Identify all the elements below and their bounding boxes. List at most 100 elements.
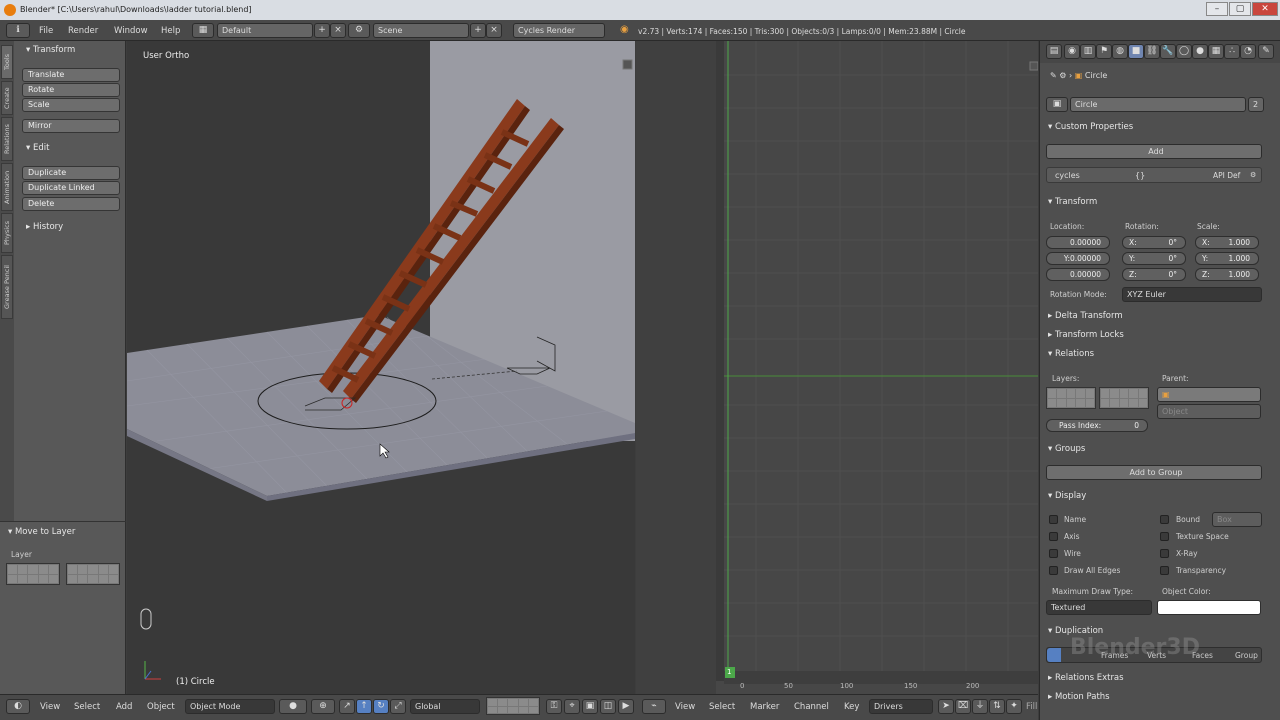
snap-icon[interactable]: ⌖ — [564, 699, 580, 714]
graph-menu-channel[interactable]: Channel — [794, 702, 829, 712]
custom-prop-gear-icon[interactable]: ⚙ — [1250, 171, 1256, 179]
properties-type-icon[interactable]: ▤ — [1046, 44, 1062, 59]
graph-menu-view[interactable]: View — [675, 702, 695, 712]
close-button[interactable]: ✕ — [1252, 2, 1278, 16]
material-tab-icon[interactable]: ● — [1192, 44, 1208, 59]
modifiers-tab-icon[interactable]: 🔧 — [1160, 44, 1176, 59]
rotation-mode-select[interactable]: XYZ Euler — [1122, 287, 1262, 302]
world-tab-icon[interactable]: ◍ — [1112, 44, 1128, 59]
dupli-group-option[interactable]: Group — [1235, 651, 1258, 660]
particles-tab-icon[interactable]: ∴ — [1224, 44, 1240, 59]
tab-physics[interactable]: Physics — [1, 213, 13, 253]
draw-all-edges-checkbox[interactable] — [1049, 566, 1058, 575]
layer-grid-left[interactable] — [6, 563, 60, 585]
pivot-select-icon[interactable]: ⊕ — [311, 699, 335, 714]
tab-create[interactable]: Create — [1, 81, 13, 115]
max-draw-type-select[interactable]: Textured — [1046, 600, 1152, 615]
parent-type-select[interactable]: Object — [1157, 404, 1261, 419]
viewport-menu-object[interactable]: Object — [147, 702, 175, 712]
render-engine-select[interactable]: Cycles Render — [513, 23, 605, 38]
delta-transform-header[interactable]: ▸ Delta Transform — [1048, 311, 1123, 321]
physics-tab-icon[interactable]: ◔ — [1240, 44, 1256, 59]
object-tab-icon[interactable]: ■ — [1128, 44, 1144, 59]
render-preview-icon[interactable]: ◫ — [600, 699, 616, 714]
3d-viewport[interactable]: User Ortho (1) Circle — [127, 41, 635, 694]
auto-snap-icon[interactable]: ✦ — [1006, 699, 1022, 714]
viewport-menu-view[interactable]: View — [40, 702, 60, 712]
constraints-tab-icon[interactable]: ⛓ — [1144, 44, 1160, 59]
scale-x-field[interactable]: X: 1.000 — [1195, 236, 1259, 249]
tab-tools[interactable]: Tools — [1, 45, 13, 79]
dupli-none-option[interactable] — [1047, 648, 1061, 662]
mirror-button[interactable]: Mirror — [22, 119, 120, 133]
scale-y-field[interactable]: Y: 1.000 — [1195, 252, 1259, 265]
name-checkbox[interactable] — [1049, 515, 1058, 524]
tab-relations[interactable]: Relations — [1, 117, 13, 161]
history-panel-header[interactable]: ▸ History — [26, 222, 63, 232]
add-layout-button[interactable]: + — [314, 23, 330, 38]
graph-menu-key[interactable]: Key — [844, 702, 859, 712]
transform-panel-header[interactable]: ▾ Transform — [26, 45, 75, 55]
transform-locks-header[interactable]: ▸ Transform Locks — [1048, 330, 1124, 340]
scene-field[interactable]: Scene — [373, 23, 469, 38]
pin-icon[interactable]: ✎ — [1258, 44, 1274, 59]
duplicate-linked-button[interactable]: Duplicate Linked — [22, 181, 120, 195]
transform-header[interactable]: ▾ Transform — [1048, 197, 1097, 207]
screen-layout-icon[interactable]: ▦ — [192, 23, 214, 38]
scene-icon[interactable]: ⚙ — [348, 23, 370, 38]
viewport-corner-widget[interactable] — [622, 59, 633, 70]
remove-layout-button[interactable]: × — [330, 23, 346, 38]
only-selected-icon[interactable]: ➤ — [938, 699, 954, 714]
add-property-button[interactable]: Add — [1046, 144, 1262, 159]
transparency-checkbox[interactable] — [1160, 566, 1169, 575]
orientation-select[interactable]: Global — [410, 699, 480, 714]
menu-file[interactable]: File — [39, 26, 53, 36]
relations-header[interactable]: ▾ Relations — [1048, 349, 1094, 359]
menu-render[interactable]: Render — [68, 26, 98, 36]
remove-scene-button[interactable]: × — [486, 23, 502, 38]
object-name-field[interactable]: Circle — [1070, 97, 1246, 112]
graph-menu-marker[interactable]: Marker — [750, 702, 779, 712]
display-header[interactable]: ▾ Display — [1048, 491, 1086, 501]
custom-props-header[interactable]: ▾ Custom Properties — [1048, 122, 1133, 132]
parent-field[interactable]: ▣ — [1157, 387, 1261, 402]
object-layers-right[interactable] — [1099, 387, 1149, 409]
menu-window[interactable]: Window — [114, 26, 148, 36]
rotation-y-field[interactable]: Y: 0° — [1122, 252, 1186, 265]
edit-panel-header[interactable]: ▾ Edit — [26, 143, 49, 153]
minimize-button[interactable]: – — [1206, 2, 1228, 16]
add-scene-button[interactable]: + — [470, 23, 486, 38]
scale-manipulator-icon[interactable]: ⤢ — [390, 699, 406, 714]
editor-type-info-icon[interactable]: ℹ — [6, 23, 30, 38]
object-layers-left[interactable] — [1046, 387, 1096, 409]
operator-panel-header[interactable]: ▾ Move to Layer — [8, 527, 75, 537]
graph-mode-select[interactable]: Drivers — [869, 699, 933, 714]
normalize-icon[interactable]: ⇅ — [989, 699, 1005, 714]
viewport-layers[interactable] — [486, 697, 540, 715]
translate-button[interactable]: Translate — [22, 68, 120, 82]
groups-header[interactable]: ▾ Groups — [1048, 444, 1085, 454]
screen-layout-field[interactable]: Default — [217, 23, 313, 38]
opengl-render-icon[interactable]: ▶ — [618, 699, 634, 714]
tab-animation[interactable]: Animation — [1, 163, 13, 211]
mode-select[interactable]: Object Mode — [185, 699, 275, 714]
bound-checkbox[interactable] — [1160, 515, 1169, 524]
location-y-field[interactable]: Y:0.00000 — [1046, 252, 1110, 265]
pass-index-field[interactable]: Pass Index: 0 — [1046, 419, 1148, 432]
wire-checkbox[interactable] — [1049, 549, 1058, 558]
maximize-button[interactable]: ▢ — [1229, 2, 1251, 16]
delete-button[interactable]: Delete — [22, 197, 120, 211]
scale-z-field[interactable]: Z: 1.000 — [1195, 268, 1259, 281]
layers-tab-icon[interactable]: ▥ — [1080, 44, 1096, 59]
lock-layers-icon[interactable]: ⚿ — [546, 699, 562, 714]
graph-editor[interactable]: 1 0 50 100 150 200 — [636, 41, 1038, 694]
rotate-manipulator-icon[interactable]: ↻ — [373, 699, 389, 714]
shading-select-icon[interactable]: ● — [279, 699, 307, 714]
add-to-group-button[interactable]: Add to Group — [1046, 465, 1262, 480]
graph-editor-type-icon[interactable]: ⌁ — [642, 699, 666, 714]
duplicate-button[interactable]: Duplicate — [22, 166, 120, 180]
graph-menu-select[interactable]: Select — [709, 702, 735, 712]
location-z-field[interactable]: 0.00000 — [1046, 268, 1110, 281]
manipulator-toggle-icon[interactable]: ↗ — [339, 699, 355, 714]
hide-errors-icon[interactable]: ⌧ — [955, 699, 971, 714]
